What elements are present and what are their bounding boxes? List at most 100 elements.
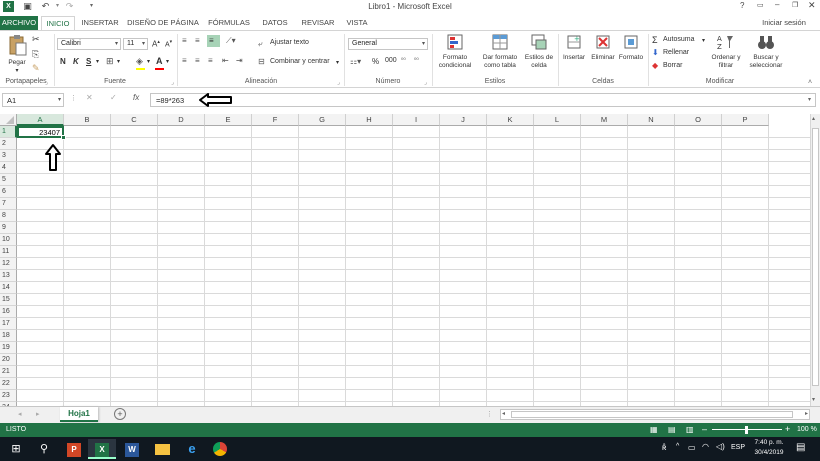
zoom-in-icon[interactable]: + [785,424,790,434]
conditional-format-button[interactable]: Formato condicional [434,33,476,70]
tab-datos[interactable]: DATOS [258,16,292,30]
page-layout-view-icon[interactable]: ▤ [668,425,676,434]
font-color-dropdown-icon[interactable]: ▾ [166,58,169,65]
font-size-box[interactable]: 11 ▾ [123,38,148,50]
active-cell-a1[interactable]: 23407 [17,126,64,138]
fill-button[interactable]: Rellenar [663,49,689,56]
file-explorer-icon[interactable] [148,439,176,459]
select-all-corner[interactable] [0,114,17,126]
cell-styles-button[interactable]: Estilos de celda [522,33,556,70]
column-header-e[interactable]: E [205,114,252,126]
paste-button[interactable]: Pegar ▾ [4,34,30,75]
borders-dropdown-icon[interactable]: ▾ [117,58,120,65]
more-options-icon[interactable]: ⋮ [70,94,77,102]
fill-color-icon[interactable]: ◈ [136,56,143,67]
formula-input[interactable]: =89*263 [150,93,816,107]
add-sheet-icon[interactable]: + [114,408,126,420]
format-cells-button[interactable]: Formato [617,33,645,62]
font-name-box[interactable]: Calibri ▾ [57,38,121,50]
row-header-6[interactable]: 6 [0,186,17,198]
row-header-14[interactable]: 14 [0,282,17,294]
autosum-dropdown-icon[interactable]: ▾ [702,37,705,44]
merge-dropdown-icon[interactable]: ▾ [336,59,339,66]
row-header-8[interactable]: 8 [0,210,17,222]
row-header-7[interactable]: 7 [0,198,17,210]
align-middle-icon[interactable]: ≡ [195,36,200,45]
column-header-p[interactable]: P [722,114,769,126]
row-header-20[interactable]: 20 [0,354,17,366]
tab-revisar[interactable]: REVISAR [298,16,338,30]
autosum-button[interactable]: Autosuma [663,36,695,43]
worksheet-grid[interactable]: ABCDEFGHIJKLMNOP 1 2 3 4 5 6 7 8 9 10 11 12 13 14 15 16… [0,114,810,406]
word-icon[interactable]: W [118,439,146,459]
find-select-button[interactable]: Buscar y seleccionar [744,33,788,70]
column-header-n[interactable]: N [628,114,675,126]
row-header-15[interactable]: 15 [0,294,17,306]
clear-button[interactable]: Borrar [663,62,682,69]
row-header-11[interactable]: 11 [0,246,17,258]
column-header-g[interactable]: G [299,114,346,126]
clipboard-launcher-icon[interactable]: ⌟ [45,79,48,86]
row-header-5[interactable]: 5 [0,174,17,186]
confirm-entry-icon[interactable]: ✓ [110,93,117,102]
edge-icon[interactable]: e [178,439,206,459]
row-header-1[interactable]: 1 [0,126,17,138]
tab-vista[interactable]: VISTA [342,16,372,30]
column-header-h[interactable]: H [346,114,393,126]
scroll-right-icon[interactable]: ▸ [805,410,808,417]
shrink-font-icon[interactable]: A▾ [165,39,172,48]
row-header-2[interactable]: 2 [0,138,17,150]
grow-font-icon[interactable]: A▴ [152,39,160,49]
insert-function-button[interactable]: fx [133,93,139,102]
row-header-22[interactable]: 22 [0,378,17,390]
column-header-m[interactable]: M [581,114,628,126]
comma-style-icon[interactable]: 000 [385,57,397,64]
column-header-j[interactable]: J [440,114,487,126]
insert-cells-button[interactable]: + Insertar [560,33,588,62]
align-center-icon[interactable]: ≡ [195,56,200,65]
horizontal-scrollbar[interactable]: ◂ ▸ [500,409,810,420]
tab-formulas[interactable]: FÓRMULAS [206,16,252,30]
cancel-entry-icon[interactable]: ✕ [86,93,93,102]
scroll-up-icon[interactable]: ▴ [812,115,815,122]
sort-filter-button[interactable]: AZ Ordenar y filtrar [706,33,746,70]
bold-button[interactable]: N [60,57,66,66]
signin-link[interactable]: Iniciar sesión [752,16,816,30]
language-indicator[interactable]: ESP [731,444,745,451]
column-header-l[interactable]: L [534,114,581,126]
fill-handle[interactable] [61,135,66,140]
network-icon[interactable]: ▭ [688,443,696,452]
format-painter-icon[interactable]: ✎ [32,63,40,74]
alignment-launcher-icon[interactable]: ⌟ [337,79,340,86]
tab-diseno[interactable]: DISEÑO DE PÁGINA [124,16,202,30]
wifi-icon[interactable]: ◠ [702,442,709,451]
search-icon[interactable]: ⚲ [30,439,58,459]
row-header-17[interactable]: 17 [0,318,17,330]
zoom-level[interactable]: 100 % [797,426,817,433]
zoom-slider-thumb[interactable] [745,426,748,434]
scroll-down-icon[interactable]: ▾ [812,396,815,403]
name-box[interactable]: A1 ▾ [2,93,64,107]
prev-sheet-icon[interactable]: ◂ [18,410,22,418]
align-top-icon[interactable]: ≡ [182,36,187,45]
row-header-4[interactable]: 4 [0,162,17,174]
align-right-icon[interactable]: ≡ [208,56,213,65]
clock-time[interactable]: 7:40 p. m. [752,439,786,446]
split-handle-icon[interactable]: ⋮ [486,410,493,418]
tab-inicio[interactable]: INICIO [41,16,75,30]
underline-button[interactable]: S [86,57,91,66]
percent-icon[interactable]: % [372,57,379,66]
column-header-a[interactable]: A [17,114,64,126]
excel-taskbar-icon[interactable]: X [88,439,116,459]
format-as-table-button[interactable]: Dar formato como tabla [478,33,522,70]
ribbon-display-icon[interactable]: ▭ [757,1,764,9]
font-launcher-icon[interactable]: ⌟ [171,79,174,86]
chrome-icon[interactable] [206,439,234,459]
notifications-icon[interactable]: ▤ [796,442,805,453]
sheet-tab-hoja1[interactable]: Hoja1 [60,407,98,422]
row-header-23[interactable]: 23 [0,390,17,402]
font-color-icon[interactable]: A [156,56,163,66]
powerpoint-icon[interactable]: P [60,439,88,459]
vertical-scrollbar[interactable]: ▴ ▾ [810,114,820,406]
number-launcher-icon[interactable]: ⌟ [424,79,427,86]
